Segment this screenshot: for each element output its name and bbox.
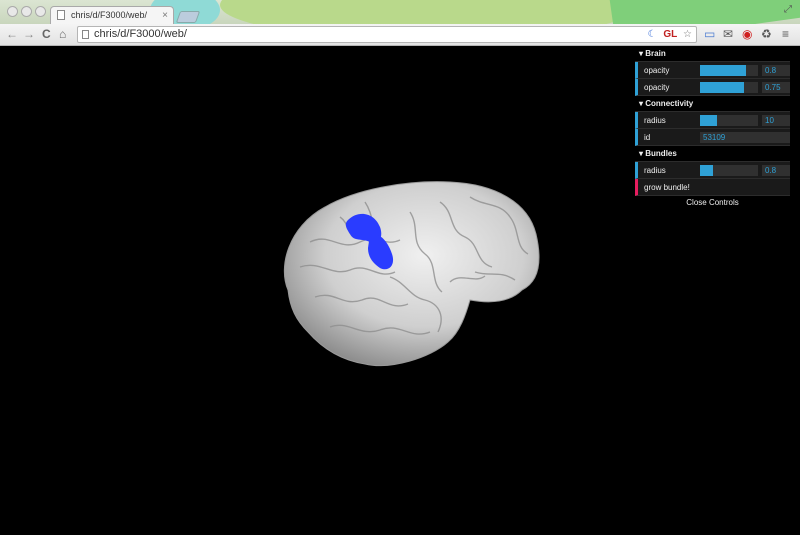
control-row: radius 0.8 (635, 162, 790, 179)
home-button[interactable]: ⌂ (59, 27, 66, 42)
action-button[interactable]: grow bundle! (635, 179, 790, 196)
control-label: opacity (644, 83, 670, 92)
control-row: opacity 0.8 (635, 62, 790, 79)
control-row: radius 10 (635, 112, 790, 129)
control-label: id (644, 133, 651, 142)
minimize-window-button[interactable] (21, 6, 32, 17)
folder-label: Connectivity (645, 99, 694, 108)
theme-decoration (606, 0, 800, 24)
gl-extension-icon[interactable]: GL (663, 29, 677, 40)
brain-surface (283, 181, 540, 367)
close-controls-button[interactable]: Close Controls (635, 196, 790, 210)
brain-render[interactable] (270, 172, 546, 372)
text-input[interactable]: 53109 (700, 132, 790, 143)
folder-label: Brain (645, 49, 666, 58)
address-bar[interactable]: chris/d/F3000/web/ ☾ GL ☆ (77, 26, 697, 43)
url-text: chris/d/F3000/web/ (94, 28, 187, 40)
control-label: opacity (644, 66, 670, 75)
number-input[interactable]: 0.8 (762, 165, 790, 176)
opera-icon[interactable]: ◉ (742, 27, 752, 42)
tab-close-icon[interactable]: × (162, 7, 168, 24)
slider-fill (700, 115, 718, 126)
slider-fill (700, 82, 744, 93)
menu-icon[interactable]: ≡ (782, 27, 789, 42)
controls-panel: ▾ Brain opacity 0.8 opacity 0.75 ▾ Connectivi… (635, 46, 790, 210)
theme-decoration (220, 0, 640, 24)
bookmark-star-icon[interactable]: ☆ (683, 29, 692, 40)
back-button[interactable]: ← (6, 27, 18, 42)
control-row: id 53109 (635, 129, 790, 146)
moon-icon[interactable]: ☾ (648, 29, 657, 40)
slider[interactable] (700, 115, 758, 126)
recycle-icon[interactable]: ♻ (761, 27, 772, 42)
slider[interactable] (700, 82, 758, 93)
reload-button[interactable]: C (42, 27, 51, 42)
control-label: radius (644, 116, 666, 125)
page-icon (57, 10, 65, 20)
slider[interactable] (700, 165, 758, 176)
browser-tab[interactable]: chris/d/F3000/web/ × (50, 6, 174, 24)
page-icon (82, 30, 89, 39)
extension-icon[interactable]: ▭ (704, 27, 715, 42)
browser-titlebar: chris/d/F3000/web/ × ⤢ (0, 0, 800, 24)
number-input[interactable]: 0.8 (762, 65, 790, 76)
number-input[interactable]: 0.75 (762, 82, 790, 93)
folder-title[interactable]: ▾ Brain (635, 46, 790, 62)
control-row: opacity 0.75 (635, 79, 790, 96)
zoom-window-button[interactable] (35, 6, 46, 17)
fullscreen-icon[interactable]: ⤢ (784, 4, 792, 15)
forward-button[interactable]: → (23, 27, 35, 42)
folder-label: Bundles (645, 149, 677, 158)
folder-title[interactable]: ▾ Bundles (635, 146, 790, 162)
slider-fill (700, 165, 713, 176)
tab-title: chris/d/F3000/web/ (71, 10, 148, 20)
close-window-button[interactable] (7, 6, 18, 17)
number-input[interactable]: 10 (762, 115, 790, 126)
slider[interactable] (700, 65, 758, 76)
folder-title[interactable]: ▾ Connectivity (635, 96, 790, 112)
control-label: radius (644, 166, 666, 175)
control-label: grow bundle! (644, 183, 690, 192)
omnibox-icons: ☾ GL ☆ (648, 27, 692, 42)
mail-icon[interactable]: ✉ (723, 27, 733, 42)
slider-fill (700, 65, 747, 76)
browser-toolbar: ← → C ⌂ chris/d/F3000/web/ ☾ GL ☆ ▭ ✉ ◉ … (0, 24, 800, 46)
